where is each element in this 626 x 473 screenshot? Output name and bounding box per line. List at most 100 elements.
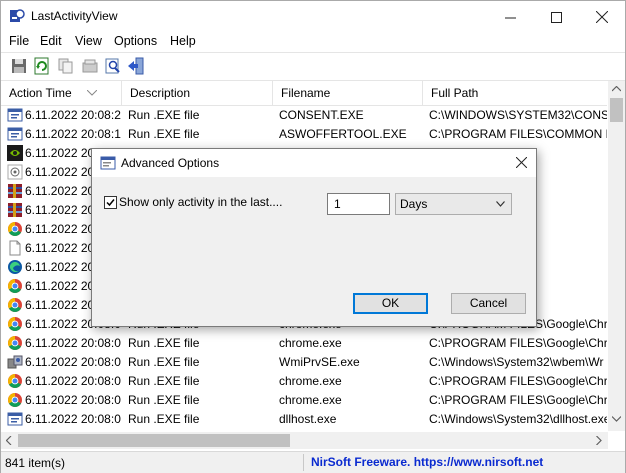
cell-action-time: 6.11.2022 20:08:0... — [25, 355, 121, 369]
dialog-title: Advanced Options — [121, 156, 220, 170]
exe-icon — [7, 127, 23, 141]
column-header-label: Description — [130, 86, 191, 100]
table-row[interactable]: 6.11.2022 20:08:0... Run .EXE file dllhost… — [1, 410, 607, 429]
maximize-icon — [550, 11, 562, 23]
cell-full-path: C:\Windows\System32\wbem\Wr — [429, 355, 604, 369]
chrome-icon — [8, 374, 22, 388]
save-icon[interactable] — [10, 57, 28, 75]
find-icon[interactable] — [104, 57, 122, 75]
column-header-filename[interactable]: Filename — [273, 81, 423, 105]
wifi-icon — [7, 164, 23, 180]
cell-full-path: C:\PROGRAM FILES\COMMON FIL — [429, 127, 607, 141]
table-row[interactable]: 6.11.2022 20:08:1... Run .EXE file ASWOFFE… — [1, 125, 607, 144]
chrome-icon — [8, 298, 22, 312]
table-row[interactable]: 6.11.2022 20:08:0... Run .EXE file WmiPrvS… — [1, 353, 607, 372]
edge-icon — [8, 260, 22, 274]
cell-full-path: C:\PROGRAM FILES\Google\Chro — [429, 374, 607, 388]
scroll-left-icon[interactable] — [6, 436, 12, 445]
column-header-full-path[interactable]: Full Path — [423, 81, 607, 105]
refresh-icon[interactable] — [33, 57, 51, 75]
chevron-down-icon — [496, 201, 505, 207]
cell-description: Run .EXE file — [128, 108, 200, 122]
exe-icon — [7, 108, 23, 122]
cell-action-time: 6.11.2022 20:08:0... — [25, 374, 121, 388]
toolbar — [1, 52, 625, 81]
title-bar: LastActivityView — [1, 1, 625, 33]
nirsoft-link[interactable]: NirSoft Freeware. https://www.nirsoft.ne… — [311, 455, 543, 469]
cancel-button[interactable]: Cancel — [451, 293, 526, 314]
check-icon — [106, 199, 115, 207]
ok-label: OK — [381, 296, 400, 310]
cell-full-path: C:\WINDOWS\SYSTEM32\CONSENT — [429, 108, 607, 122]
cell-filename: ASWOFFERTOOL.EXE — [279, 127, 407, 141]
nvidia-icon — [7, 145, 23, 161]
copy-icon[interactable] — [57, 57, 75, 75]
scroll-down-icon[interactable] — [612, 416, 621, 422]
cell-filename: chrome.exe — [279, 336, 342, 350]
period-number-input[interactable]: 1 — [327, 193, 390, 215]
cell-description: Run .EXE file — [128, 336, 200, 350]
cell-full-path: C:\PROGRAM FILES\Google\Chro — [429, 336, 607, 350]
chrome-icon — [8, 317, 22, 331]
cell-description: Run .EXE file — [128, 412, 200, 426]
table-row[interactable]: 6.11.2022 20:08:2... Run .EXE file CONSENT… — [1, 106, 607, 125]
chrome-icon — [8, 336, 22, 350]
exit-icon[interactable] — [127, 57, 145, 75]
cell-filename: CONSENT.EXE — [279, 108, 364, 122]
maximize-button[interactable] — [533, 1, 579, 33]
cell-description: Run .EXE file — [128, 127, 200, 141]
menu-help[interactable]: Help — [170, 34, 196, 48]
checkbox-label[interactable]: Show only activity in the last.... — [119, 195, 282, 209]
wmi-icon — [7, 355, 23, 369]
horizontal-scrollbar[interactable] — [1, 432, 608, 449]
cell-filename: chrome.exe — [279, 393, 342, 407]
table-row[interactable]: 6.11.2022 20:08:0... Run .EXE file chrome.… — [1, 372, 607, 391]
menu-options[interactable]: Options — [114, 34, 157, 48]
dialog-app-icon — [100, 156, 116, 170]
cell-action-time: 6.11.2022 20:08:0... — [25, 336, 121, 350]
item-count: 841 item(s) — [5, 456, 66, 470]
cell-description: Run .EXE file — [128, 393, 200, 407]
exe-icon — [7, 412, 23, 426]
horizontal-scroll-thumb[interactable] — [18, 434, 290, 447]
dialog-close-icon[interactable] — [516, 157, 527, 168]
column-header-description[interactable]: Description — [122, 81, 273, 105]
column-header-label: Filename — [281, 86, 331, 100]
menu-file[interactable]: File — [9, 34, 29, 48]
winrar-icon — [8, 184, 22, 198]
menu-view[interactable]: View — [75, 34, 102, 48]
minimize-icon — [504, 17, 516, 18]
scroll-right-icon[interactable] — [596, 436, 602, 445]
vertical-scrollbar[interactable] — [608, 81, 625, 431]
scroll-up-icon[interactable] — [612, 86, 621, 92]
activity-filter-checkbox[interactable] — [104, 196, 117, 209]
dialog-title-bar: Advanced Options — [92, 149, 536, 177]
period-unit-value: Days — [400, 197, 428, 211]
ok-button[interactable]: OK — [353, 293, 428, 314]
cell-description: Run .EXE file — [128, 374, 200, 388]
table-row[interactable]: 6.11.2022 20:08:0... Run .EXE file chrome.… — [1, 334, 607, 353]
close-icon — [596, 11, 608, 23]
vertical-scroll-thumb[interactable] — [610, 98, 623, 122]
period-number-value: 1 — [334, 197, 341, 211]
cancel-label: Cancel — [469, 296, 508, 310]
menu-edit[interactable]: Edit — [40, 34, 62, 48]
app-icon — [10, 9, 25, 22]
cell-filename: WmiPrvSE.exe — [279, 355, 360, 369]
cell-action-time: 6.11.2022 20:08:0... — [25, 393, 121, 407]
list-header: Action Time Description Filename Full Pa… — [1, 81, 607, 106]
cell-filename: dllhost.exe — [279, 412, 337, 426]
status-divider — [303, 454, 304, 471]
file-icon — [9, 240, 21, 256]
properties-icon[interactable] — [81, 57, 99, 75]
cell-full-path: C:\PROGRAM FILES\Google\Chro — [429, 393, 607, 407]
column-header-action-time[interactable]: Action Time — [1, 81, 122, 105]
close-button[interactable] — [579, 1, 625, 33]
period-unit-select[interactable]: Days — [395, 193, 512, 215]
cell-action-time: 6.11.2022 20:08:1... — [25, 127, 121, 141]
minimize-button[interactable] — [487, 1, 533, 33]
cell-full-path: C:\Windows\System32\dllhost.exe — [429, 412, 607, 426]
table-row[interactable]: 6.11.2022 20:08:0... Run .EXE file chrome.… — [1, 391, 607, 410]
window-title: LastActivityView — [31, 9, 118, 23]
column-header-label: Full Path — [431, 86, 479, 100]
